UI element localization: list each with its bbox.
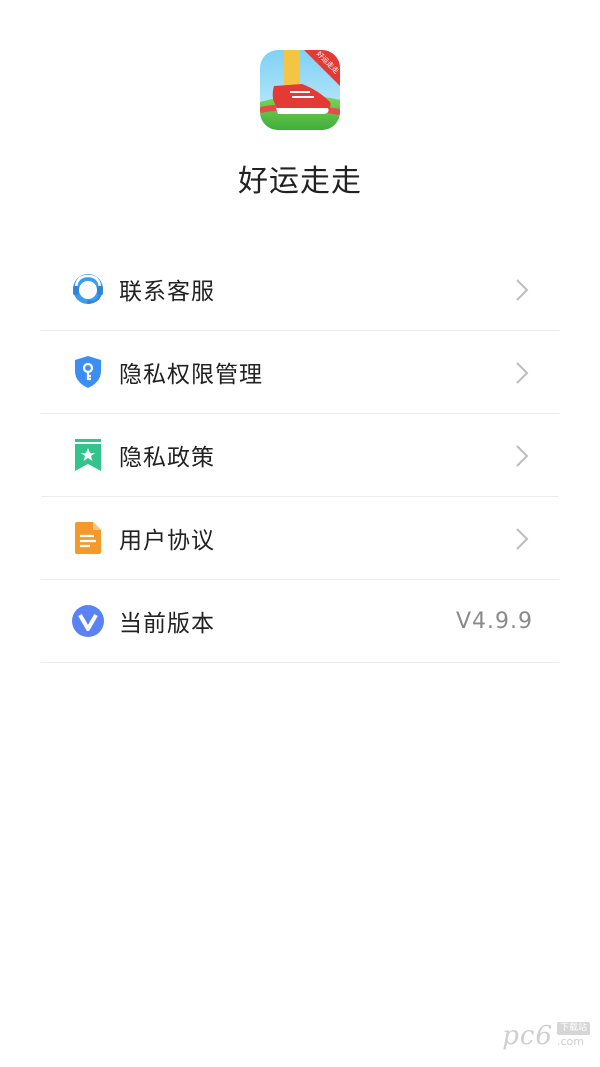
- chevron-right-icon: [516, 362, 529, 384]
- menu-item-label: 用户协议: [119, 528, 215, 554]
- app-logo: 好运走走: [260, 50, 340, 130]
- headset-icon: [69, 270, 107, 308]
- watermark: pc6 下载站 .com: [502, 1021, 590, 1051]
- chevron-right-icon: [516, 445, 529, 467]
- watermark-tag: 下载站: [556, 1022, 590, 1035]
- menu-item-label: 联系客服: [119, 279, 215, 305]
- watermark-domain: .com: [556, 1035, 584, 1048]
- menu-item-label: 当前版本: [119, 611, 215, 637]
- menu-item-privacy-policy[interactable]: 隐私政策: [41, 414, 559, 497]
- menu-item-user-agreement[interactable]: 用户协议: [41, 497, 559, 580]
- version-v-icon: [69, 602, 107, 640]
- chevron-right-icon: [516, 528, 529, 550]
- watermark-logo: pc6: [502, 1021, 553, 1051]
- chevron-right-icon: [516, 279, 529, 301]
- menu-item-label: 隐私政策: [119, 445, 215, 471]
- app-name: 好运走走: [238, 164, 362, 199]
- menu-item-label: 隐私权限管理: [119, 362, 263, 388]
- menu-item-privacy-permissions[interactable]: 隐私权限管理: [41, 331, 559, 414]
- version-value: V4.9.9: [455, 609, 533, 634]
- about-page: 好运走走 好运走走 联系客服 隐私权限管理 隐私政策 用户协议 当前版本 V4.…: [0, 0, 600, 1067]
- settings-menu: 联系客服 隐私权限管理 隐私政策 用户协议 当前版本 V4.9.9: [41, 248, 559, 663]
- document-icon: [69, 519, 107, 557]
- menu-item-contact-support[interactable]: 联系客服: [41, 248, 559, 331]
- shield-key-icon: [69, 353, 107, 391]
- menu-item-current-version: 当前版本 V4.9.9: [41, 580, 559, 663]
- bookmark-star-icon: [69, 436, 107, 474]
